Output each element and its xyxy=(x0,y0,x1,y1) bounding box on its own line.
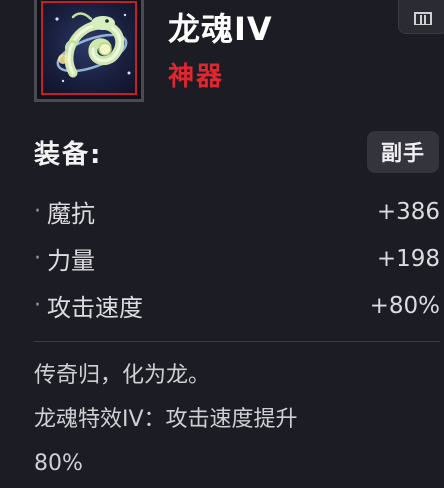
stat-name: 力量 xyxy=(47,247,95,275)
stat-name: 魔抗 xyxy=(47,200,95,228)
stat-row: · 力量 +198 xyxy=(34,235,440,282)
offhand-slot-button[interactable]: 副手 xyxy=(367,131,439,173)
description-line: 传奇归，化为龙。 xyxy=(34,363,211,388)
stat-row: · 魔抗 +386 xyxy=(34,188,440,235)
item-rarity: 神器 xyxy=(168,62,225,92)
trash-button[interactable] xyxy=(398,0,444,34)
item-icon-frame xyxy=(34,0,144,102)
stat-value: +198 xyxy=(376,245,440,272)
stat-value: +80% xyxy=(369,292,440,319)
dragon-soul-icon xyxy=(41,1,137,95)
stat-name: 攻击速度 xyxy=(47,294,143,322)
section-divider xyxy=(34,341,440,342)
description-line: 龙魂特效IV：攻击速度提升 xyxy=(34,407,298,432)
trash-icon xyxy=(414,12,432,25)
stat-row: · 攻击速度 +80% xyxy=(34,282,440,329)
equip-label: 装备: xyxy=(34,140,103,170)
bullet: · xyxy=(34,246,41,271)
bullet: · xyxy=(34,199,41,224)
stat-value: +386 xyxy=(376,198,440,225)
item-name: 龙魂IV xyxy=(168,10,273,48)
item-detail-panel: 龙魂IV 神器 装备: 副手 · 魔抗 +386 · 力量 +198 · 攻击速… xyxy=(0,0,444,488)
stat-list: · 魔抗 +386 · 力量 +198 · 攻击速度 +80% xyxy=(34,188,440,329)
bullet: · xyxy=(34,293,41,318)
item-description: 传奇归，化为龙。 龙魂特效IV：攻击速度提升 80% xyxy=(34,354,434,486)
description-line: 80% xyxy=(34,451,83,476)
